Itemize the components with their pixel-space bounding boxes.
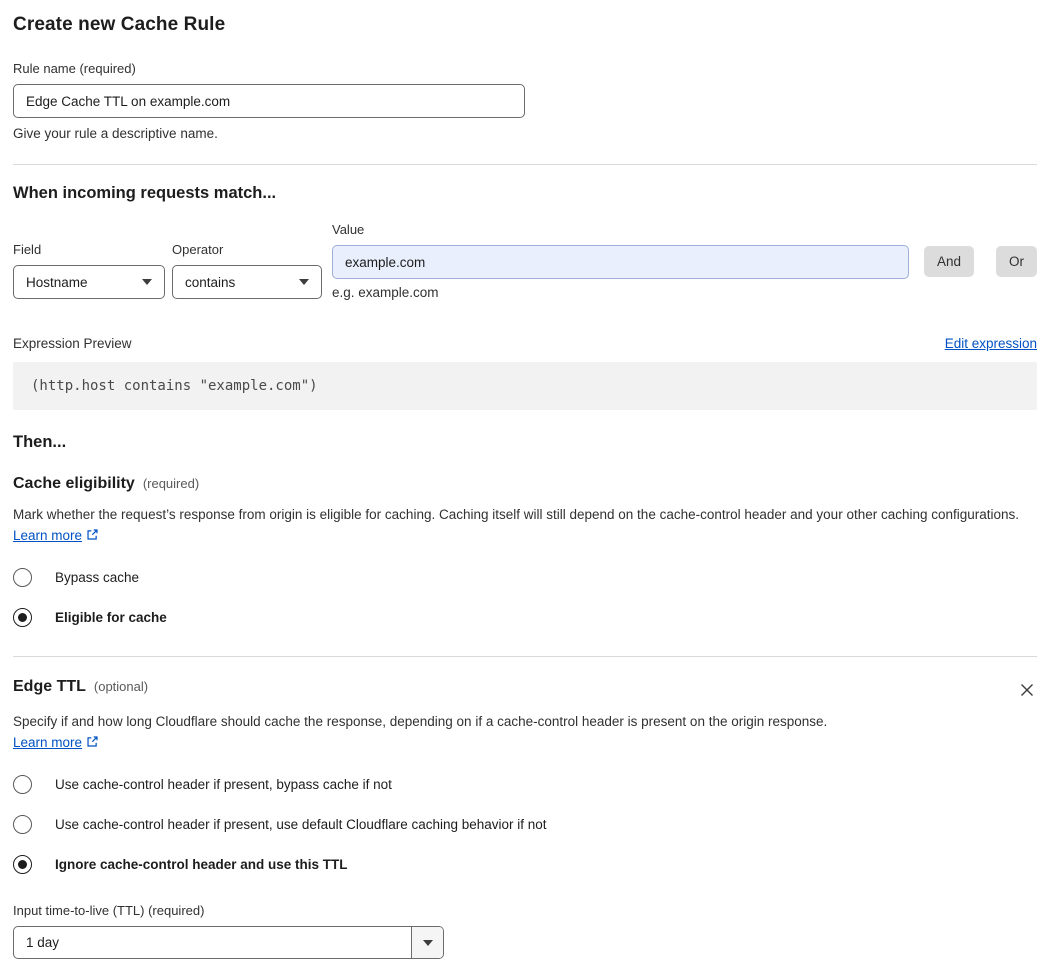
ttl-label: Input time-to-live (TTL) (required): [13, 903, 205, 918]
create-cache-rule-page: Create new Cache Rule Rule name (require…: [0, 0, 1058, 979]
edge-ttl-section: Edge TTL (optional) Specify if and how l…: [13, 678, 1037, 959]
cache-eligibility-learn-more-link[interactable]: Learn more: [13, 528, 82, 543]
cache-eligibility-header: Cache eligibility (required): [13, 475, 1037, 493]
radio-icon[interactable]: [13, 855, 32, 874]
operator-label: Operator: [172, 242, 224, 257]
value-column: Value e.g. example.com: [332, 222, 909, 300]
radio-label: Eligible for cache: [55, 610, 167, 625]
operator-column: Operator contains: [172, 242, 322, 299]
cache-eligibility-description-text: Mark whether the request’s response from…: [13, 507, 1020, 522]
cache-eligibility-title: Cache eligibility: [13, 475, 135, 492]
rule-name-label: Rule name (required): [13, 61, 136, 76]
radio-option-bypass-cache[interactable]: Bypass cache: [13, 568, 1037, 587]
radio-icon[interactable]: [13, 608, 32, 627]
external-link-icon: [86, 733, 99, 754]
section-divider: [13, 164, 1037, 165]
cache-eligibility-section: Cache eligibility (required) Mark whethe…: [13, 475, 1037, 627]
radio-label: Ignore cache-control header and use this…: [55, 857, 348, 872]
rule-name-help: Give your rule a descriptive name.: [13, 126, 218, 141]
ttl-select-value: 1 day: [26, 935, 60, 950]
radio-option-use-header-default[interactable]: Use cache-control header if present, use…: [13, 815, 1037, 834]
field-select-value: Hostname: [26, 274, 88, 290]
ttl-input-block: Input time-to-live (TTL) (required) 1 da…: [13, 903, 1037, 959]
match-section: When incoming requests match... Field Ho…: [13, 184, 1037, 410]
then-heading: Then...: [13, 433, 67, 451]
edge-ttl-header: Edge TTL (optional): [13, 678, 1037, 700]
radio-label: Use cache-control header if present, use…: [55, 817, 547, 832]
edge-ttl-title-row: Edge TTL (optional): [13, 678, 148, 696]
radio-icon[interactable]: [13, 568, 32, 587]
value-label: Value: [332, 222, 365, 237]
cache-eligibility-qualifier: (required): [142, 476, 200, 491]
ttl-select-dropdown-button[interactable]: [411, 927, 443, 958]
field-select[interactable]: Hostname: [13, 265, 165, 299]
section-divider: [13, 656, 1037, 657]
close-icon[interactable]: [1017, 680, 1037, 700]
radio-option-use-header-bypass[interactable]: Use cache-control header if present, byp…: [13, 775, 1037, 794]
chevron-down-icon: [142, 279, 152, 285]
expression-preview-row: Expression Preview Edit expression: [13, 336, 1037, 351]
edge-ttl-qualifier: (optional): [93, 679, 149, 694]
chevron-down-icon: [299, 279, 309, 285]
edit-expression-link[interactable]: Edit expression: [945, 336, 1037, 351]
rule-name-section: Rule name (required) Give your rule a de…: [13, 61, 1037, 141]
match-heading: When incoming requests match...: [13, 184, 277, 202]
operator-select[interactable]: contains: [172, 265, 322, 299]
cache-eligibility-options: Bypass cache Eligible for cache: [13, 568, 1037, 627]
chevron-down-icon: [422, 939, 433, 946]
edge-ttl-description: Specify if and how long Cloudflare shoul…: [13, 711, 853, 754]
operator-select-value: contains: [185, 274, 236, 290]
expression-code: (http.host contains "example.com"): [13, 362, 1037, 410]
field-column: Field Hostname: [13, 242, 165, 299]
expression-preview-label: Expression Preview: [13, 336, 132, 351]
edge-ttl-description-text: Specify if and how long Cloudflare shoul…: [13, 714, 828, 729]
radio-label: Use cache-control header if present, byp…: [55, 777, 392, 792]
ttl-select[interactable]: 1 day: [13, 926, 444, 959]
page-title: Create new Cache Rule: [13, 14, 226, 35]
radio-option-eligible-for-cache[interactable]: Eligible for cache: [13, 608, 1037, 627]
radio-label: Bypass cache: [55, 570, 140, 585]
edge-ttl-title: Edge TTL: [13, 678, 86, 695]
value-help: e.g. example.com: [332, 285, 439, 300]
radio-icon[interactable]: [13, 815, 32, 834]
or-button[interactable]: Or: [996, 246, 1037, 277]
and-or-buttons: And Or: [923, 246, 1037, 277]
radio-icon[interactable]: [13, 775, 32, 794]
cache-eligibility-description: Mark whether the request’s response from…: [13, 504, 1037, 547]
and-button[interactable]: And: [923, 246, 974, 277]
field-label: Field: [13, 242, 42, 257]
edge-ttl-learn-more-link[interactable]: Learn more: [13, 735, 82, 750]
radio-option-ignore-header-use-ttl[interactable]: Ignore cache-control header and use this…: [13, 855, 1037, 874]
match-condition-row: Field Hostname Operator contains Value e…: [13, 222, 1037, 300]
match-value-input[interactable]: [332, 245, 909, 279]
rule-name-input[interactable]: [13, 84, 525, 118]
edge-ttl-options: Use cache-control header if present, byp…: [13, 775, 1037, 874]
external-link-icon: [86, 526, 99, 547]
